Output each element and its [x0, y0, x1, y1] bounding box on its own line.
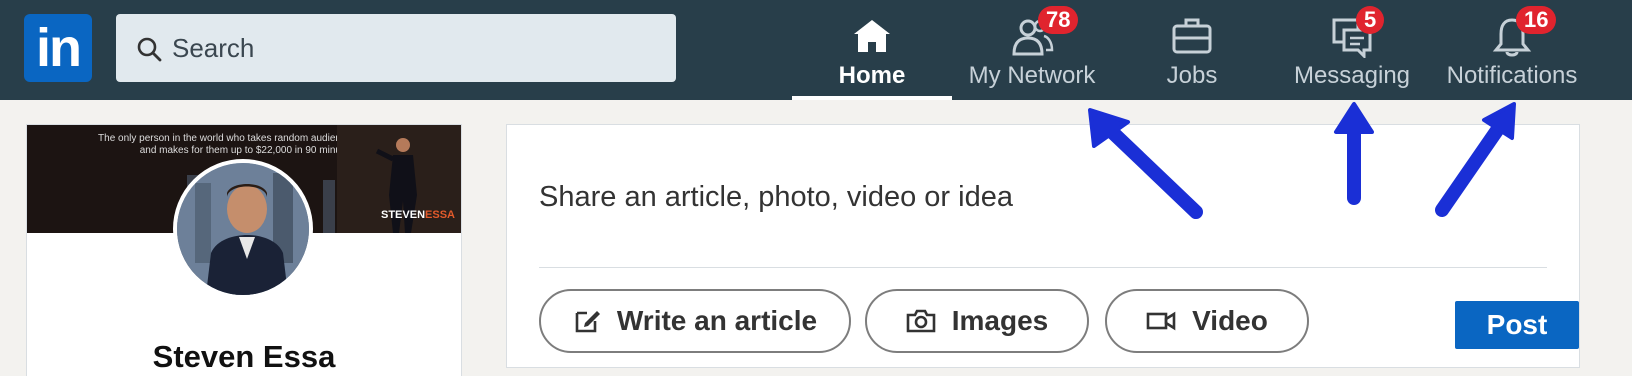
video-button[interactable]: Video — [1105, 289, 1309, 353]
briefcase-icon — [1172, 18, 1212, 54]
profile-name[interactable]: Steven Essa — [27, 339, 461, 375]
search-input[interactable] — [172, 26, 652, 70]
nav-item-my-network[interactable]: 78 My Network — [952, 0, 1112, 100]
nav-item-messaging[interactable]: 5 Messaging — [1272, 0, 1432, 100]
profile-card: The only person in the world who takes r… — [26, 124, 462, 376]
avatar[interactable] — [173, 159, 313, 299]
write-article-button[interactable]: Write an article — [539, 289, 851, 353]
nav-label-notifications: Notifications — [1446, 62, 1578, 89]
camera-icon — [906, 309, 936, 333]
write-article-label: Write an article — [616, 305, 818, 336]
images-label: Images — [951, 305, 1049, 336]
person-photo-icon — [177, 163, 309, 295]
edit-icon — [575, 311, 600, 333]
video-camera-icon — [1146, 311, 1176, 331]
messaging-badge: 5 — [1356, 6, 1385, 34]
nav-item-jobs[interactable]: Jobs — [1112, 0, 1272, 100]
linkedin-logo[interactable]: in — [24, 14, 92, 82]
share-prompt-input[interactable]: Share an article, photo, video or idea — [539, 181, 1013, 214]
nav-item-notifications[interactable]: 16 Notifications — [1432, 0, 1592, 100]
images-button[interactable]: Images — [865, 289, 1089, 353]
nav-label-my-network: My Network — [968, 62, 1096, 89]
notifications-badge: 16 — [1516, 6, 1557, 34]
cover-brand-a: STEVEN — [381, 209, 426, 221]
nav-label-home: Home — [838, 62, 906, 89]
share-box: Share an article, photo, video or idea W… — [506, 124, 1580, 368]
network-badge: 78 — [1038, 6, 1079, 34]
search-box[interactable] — [116, 14, 676, 82]
home-icon — [854, 20, 890, 52]
nav-item-home[interactable]: Home — [792, 0, 952, 100]
nav-label-messaging: Messaging — [1293, 62, 1411, 89]
post-button[interactable]: Post — [1455, 301, 1579, 349]
cover-brand-b: ESSA — [425, 209, 455, 221]
search-icon — [137, 37, 162, 62]
nav-label-jobs: Jobs — [1166, 62, 1218, 89]
divider — [539, 267, 1547, 268]
cover-brand-text: STEVENESSA — [381, 209, 455, 221]
video-label: Video — [1192, 305, 1268, 336]
top-nav-bar: in Home 78 My Network Jobs — [0, 0, 1632, 100]
